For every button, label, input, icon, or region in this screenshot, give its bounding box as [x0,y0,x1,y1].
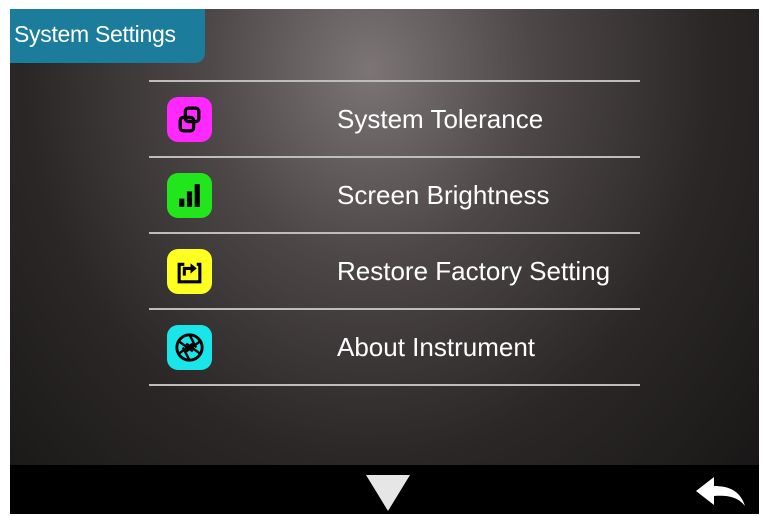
menu-item-about-instrument[interactable]: About Instrument [149,310,640,384]
menu-item-screen-brightness[interactable]: Screen Brightness [149,158,640,232]
aperture-icon [167,325,212,370]
back-button[interactable] [692,475,748,509]
menu-item-label: About Instrument [337,332,535,362]
menu-item-restore-factory-setting[interactable]: Restore Factory Setting [149,234,640,308]
menu-item-label: Screen Brightness [337,180,550,210]
menu-item-label: Restore Factory Setting [337,256,611,286]
back-arrow-icon [696,477,745,506]
device-screen: System Settings System Tolerance Screen … [10,9,759,514]
triangle-down-icon [366,475,410,511]
brightness-bars-icon [167,173,212,218]
menu-item-label: System Tolerance [337,104,544,134]
tolerance-icon [167,97,212,142]
restore-icon [167,249,212,294]
page-title: System Settings [10,9,205,63]
bottom-toolbar [10,465,759,514]
menu-item-system-tolerance[interactable]: System Tolerance [149,82,640,156]
scroll-down-button[interactable] [358,473,418,513]
menu-divider [149,384,640,386]
settings-menu: System Tolerance Screen Brightness Resto… [149,80,640,386]
